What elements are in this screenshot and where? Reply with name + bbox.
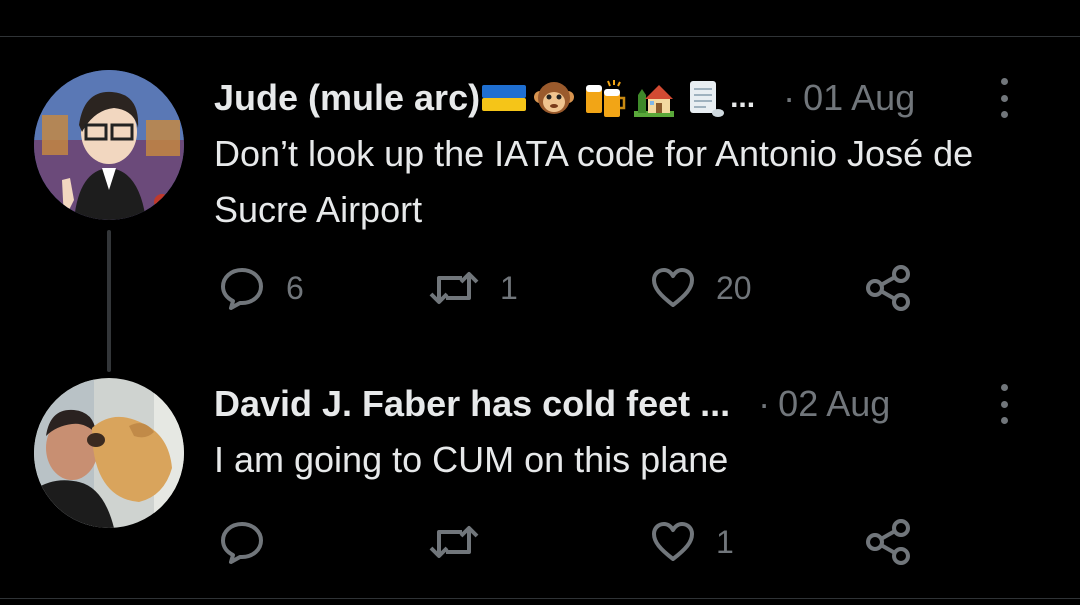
- name-emojis: [482, 77, 726, 119]
- beer-mugs-emoji: [586, 80, 626, 117]
- tweet[interactable]: David J. Faber has cold feet ... · 02 Au…: [0, 370, 1080, 598]
- more-options-icon[interactable]: [998, 384, 1010, 424]
- avatar[interactable]: [34, 70, 184, 220]
- share-icon: [866, 265, 910, 311]
- separator-dot: ·: [783, 77, 796, 118]
- like-button[interactable]: 1: [650, 517, 734, 567]
- reply-count: 6: [286, 269, 304, 306]
- top-divider: [0, 36, 1080, 37]
- display-name[interactable]: David J. Faber has cold feet ...: [214, 383, 730, 425]
- heart-icon: [652, 522, 694, 561]
- retweet-icon: [429, 272, 479, 304]
- heart-icon: [652, 268, 694, 307]
- separator-dot: ·: [758, 383, 771, 424]
- thread-connector-line: [107, 230, 111, 372]
- retweet-count: 1: [500, 269, 518, 306]
- avatar[interactable]: [34, 378, 184, 528]
- avatar-photo-image: [34, 378, 184, 528]
- monkey-emoji: [534, 82, 575, 114]
- tweet-actions: 6 1 20: [218, 263, 938, 313]
- reply-button[interactable]: [218, 517, 286, 567]
- share-icon: [866, 519, 910, 565]
- display-name[interactable]: Jude (mule arc): [214, 77, 480, 119]
- like-button[interactable]: 20: [650, 263, 752, 313]
- timestamp[interactable]: 02 Aug: [778, 383, 890, 425]
- ukraine-flag-emoji: [482, 85, 527, 111]
- tweet-header: Jude (mule arc) ... · 01 Aug: [214, 74, 1060, 122]
- house-with-garden-emoji: [634, 85, 675, 117]
- avatar-cartoon-image: [34, 70, 184, 220]
- share-button[interactable]: [864, 263, 914, 313]
- reply-icon: [221, 268, 263, 310]
- retweet-icon: [429, 526, 479, 558]
- tweet-text: Don’t look up the IATA code for Antonio …: [214, 133, 974, 230]
- retweet-button[interactable]: [428, 517, 500, 567]
- tweet-text: I am going to CUM on this plane: [214, 439, 729, 480]
- name-truncation: ...: [730, 81, 756, 114]
- bottom-divider: [0, 598, 1080, 599]
- timestamp[interactable]: 01 Aug: [803, 77, 915, 119]
- scroll-emoji: [690, 81, 725, 117]
- retweet-button[interactable]: 1: [428, 263, 518, 313]
- like-count: 1: [716, 523, 734, 560]
- like-count: 20: [716, 269, 752, 306]
- tweet-header: David J. Faber has cold feet ... · 02 Au…: [214, 380, 1060, 428]
- reply-icon: [221, 522, 263, 564]
- reply-button[interactable]: 6: [218, 263, 304, 313]
- tweet[interactable]: Jude (mule arc) ... · 01 Aug Don’t look …: [0, 60, 1080, 372]
- share-button[interactable]: [864, 517, 914, 567]
- tweet-actions: 1: [218, 517, 938, 567]
- more-options-icon[interactable]: [998, 78, 1010, 118]
